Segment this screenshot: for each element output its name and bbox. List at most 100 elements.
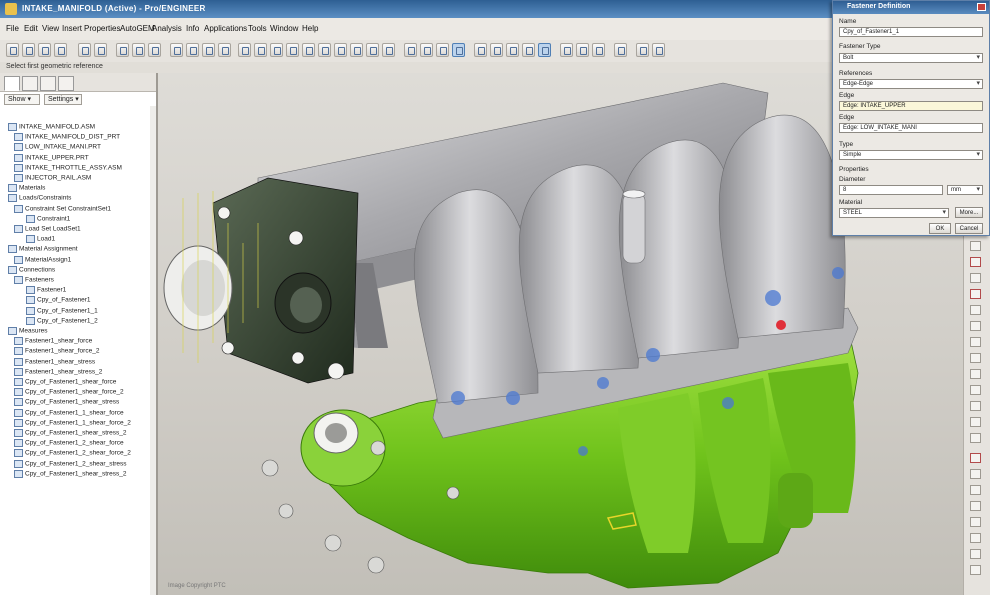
repaint-icon[interactable]: [238, 43, 251, 57]
tree-item[interactable]: Cpy_of_Fastener1_1: [26, 306, 98, 315]
cut-icon[interactable]: [116, 43, 129, 57]
moment-icon[interactable]: [970, 273, 981, 283]
constraint-icon[interactable]: [970, 241, 981, 251]
tree-item[interactable]: Cpy_of_Fastener1: [26, 296, 90, 305]
temperature-icon[interactable]: [970, 337, 981, 347]
wireframe-icon[interactable]: [382, 43, 395, 57]
tree-item[interactable]: Cpy_of_Fastener1_shear_force_2: [14, 388, 124, 397]
material-select[interactable]: STEEL: [839, 208, 949, 218]
menu-view[interactable]: View: [42, 24, 59, 33]
material-icon[interactable]: [970, 453, 981, 463]
datum-plane-icon[interactable]: [970, 485, 981, 495]
centrifugal-icon[interactable]: [970, 321, 981, 331]
select-icon[interactable]: [202, 43, 215, 57]
undo-icon[interactable]: [78, 43, 91, 57]
tree-item[interactable]: Cpy_of_Fastener1_shear_stress_2: [14, 429, 127, 437]
no-hidden-icon[interactable]: [420, 43, 433, 57]
menu-help[interactable]: Help: [302, 24, 318, 33]
tree-item[interactable]: Fastener1_shear_force: [14, 337, 92, 346]
tree-scrollbar[interactable]: [150, 106, 156, 595]
tree-item[interactable]: Cpy_of_Fastener1_shear_stress_2: [14, 469, 127, 478]
menu-window[interactable]: Window: [270, 24, 298, 33]
fastener-type-select[interactable]: Bolt: [839, 53, 983, 63]
pressure-icon[interactable]: [970, 289, 981, 299]
weighted-link-icon[interactable]: [970, 417, 981, 427]
tree-item[interactable]: Fastener1: [26, 286, 66, 295]
surface-region-icon[interactable]: [970, 549, 981, 559]
measure-icon[interactable]: [636, 43, 649, 57]
tree-item[interactable]: Cpy_of_Fastener1_shear_stress: [14, 398, 119, 407]
tree-item[interactable]: Constraint1: [26, 214, 70, 223]
tree-item[interactable]: Constraint Set ConstraintSet1: [14, 204, 111, 213]
cancel-button[interactable]: Cancel: [955, 223, 983, 234]
datum-curve-icon[interactable]: [970, 501, 981, 511]
regenerate-icon[interactable]: [170, 43, 183, 57]
menu-info[interactable]: Info: [186, 24, 199, 33]
spring-icon[interactable]: [970, 369, 981, 379]
datum-csys-icon[interactable]: [970, 533, 981, 543]
paste-icon[interactable]: [148, 43, 161, 57]
annotations-icon[interactable]: [538, 43, 551, 57]
analysis-icon[interactable]: [576, 43, 589, 57]
shading-icon[interactable]: [436, 43, 449, 57]
refit-icon[interactable]: [302, 43, 315, 57]
bearing-icon[interactable]: [970, 305, 981, 315]
force-icon[interactable]: [970, 257, 981, 267]
simulation-display-icon[interactable]: [560, 43, 573, 57]
tree-item[interactable]: Cpy_of_Fastener1_2: [26, 316, 98, 325]
tree-item[interactable]: Connections: [8, 265, 55, 274]
settings-dropdown[interactable]: Settings ▾: [44, 94, 82, 105]
folder-icon[interactable]: [22, 76, 38, 91]
tree-item[interactable]: Cpy_of_Fastener1_1_shear_force: [14, 408, 124, 417]
diameter-field[interactable]: 8: [839, 185, 943, 195]
tree-item[interactable]: Cpy_of_Fastener1_shear_force: [14, 378, 116, 386]
new-icon[interactable]: [6, 43, 19, 57]
tree-item[interactable]: Cpy_of_Fastener1_1_shear_force_2: [14, 418, 131, 427]
menu-tools[interactable]: Tools: [248, 24, 267, 33]
tree-item[interactable]: INTAKE_UPPER.PRT: [14, 153, 89, 162]
ok-button[interactable]: OK: [929, 223, 951, 234]
model-tree-icon[interactable]: [4, 76, 20, 91]
beam-icon[interactable]: [970, 353, 981, 363]
redo-icon[interactable]: [94, 43, 107, 57]
favorites-icon[interactable]: [58, 76, 74, 91]
tree-item[interactable]: Measures: [8, 327, 48, 335]
zoom-out-icon[interactable]: [286, 43, 299, 57]
volume-region-icon[interactable]: [970, 565, 981, 575]
tree-item[interactable]: Fastener1_shear_stress_2: [14, 367, 102, 376]
spin-center-icon[interactable]: [254, 43, 267, 57]
menu-edit[interactable]: Edit: [24, 24, 38, 33]
save-icon[interactable]: [38, 43, 51, 57]
diameter-units-select[interactable]: mm: [947, 185, 983, 195]
tree-item[interactable]: Fasteners: [14, 276, 54, 284]
context-help-icon[interactable]: [614, 43, 627, 57]
mass-icon[interactable]: [970, 385, 981, 395]
reorient-icon[interactable]: [318, 43, 331, 57]
tree-item[interactable]: LOW_INTAKE_MANI.PRT: [14, 143, 101, 152]
view-manager-icon[interactable]: [366, 43, 379, 57]
name-field[interactable]: Cpy_of_Fastener1_1: [839, 27, 983, 37]
results-icon[interactable]: [592, 43, 605, 57]
tree-item[interactable]: MaterialAssign1: [14, 255, 71, 264]
hidden-line-icon[interactable]: [404, 43, 417, 57]
copy-icon[interactable]: [132, 43, 145, 57]
zoom-in-icon[interactable]: [270, 43, 283, 57]
find-icon[interactable]: [186, 43, 199, 57]
shaded-display-icon[interactable]: [452, 43, 465, 57]
edge1-collector[interactable]: Edge: INTAKE_UPPER: [839, 101, 983, 111]
close-icon[interactable]: [977, 3, 986, 11]
dropdown-icon[interactable]: [218, 43, 231, 57]
fastener-icon[interactable]: [970, 433, 981, 443]
tree-item[interactable]: INTAKE_THROTTLE_ASSY.ASM: [14, 163, 122, 172]
rigid-link-icon[interactable]: [970, 401, 981, 411]
tree-item[interactable]: Fastener1_shear_stress: [14, 357, 95, 366]
type-select[interactable]: Simple: [839, 150, 983, 160]
menu-file[interactable]: File: [6, 24, 19, 33]
layers-icon[interactable]: [40, 76, 56, 91]
references-select[interactable]: Edge-Edge: [839, 79, 983, 89]
tree-item[interactable]: INJECTOR_RAIL.ASM: [14, 174, 91, 182]
datum-point-icon[interactable]: [970, 517, 981, 527]
tree-item[interactable]: Material Assignment: [8, 245, 78, 254]
datum-planes-icon[interactable]: [474, 43, 487, 57]
open-icon[interactable]: [22, 43, 35, 57]
